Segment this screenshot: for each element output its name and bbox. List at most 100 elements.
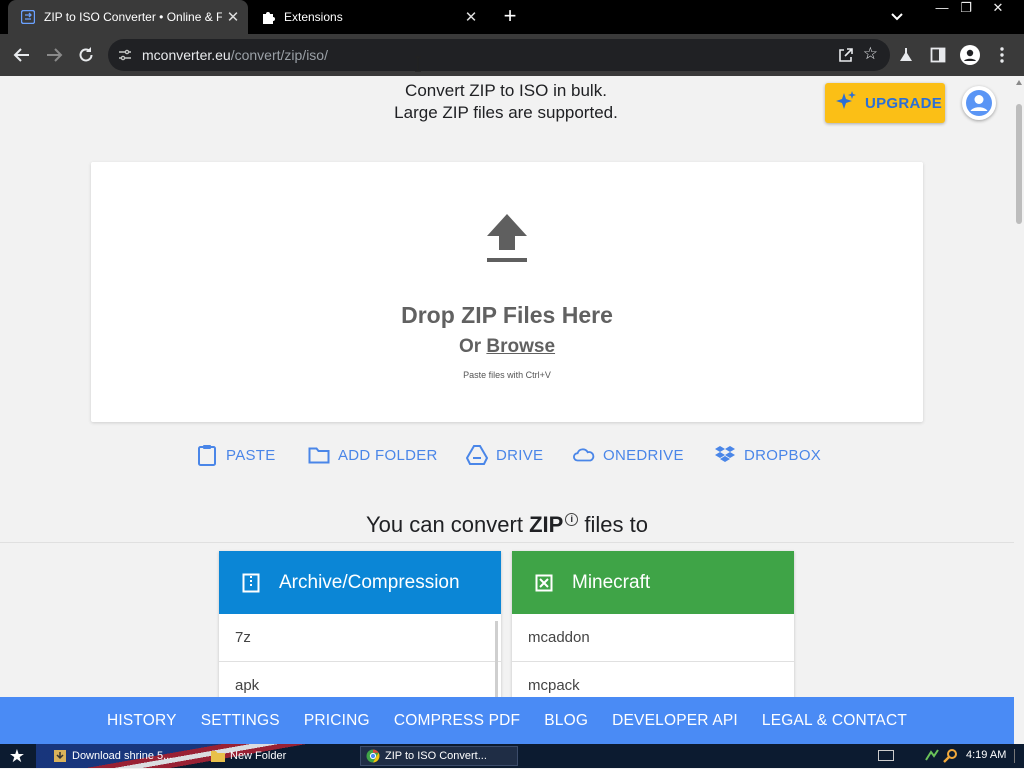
category-title: Minecraft (572, 571, 651, 593)
forward-arrow-icon[interactable] (42, 43, 66, 67)
window-maximize-button[interactable]: ❐ (954, 0, 978, 18)
tab-extensions[interactable]: Extensions ✕ (250, 0, 486, 34)
start-star-icon[interactable]: ★ (6, 746, 28, 766)
window-minimize-button[interactable]: — (930, 0, 954, 18)
add-folder-button[interactable]: ADD FOLDER (308, 442, 438, 468)
taskbar-task-new-folder[interactable]: New Folder (206, 746, 346, 766)
scrollbar-thumb[interactable] (1016, 104, 1022, 224)
paste-hint: Paste files with Ctrl+V (463, 370, 551, 380)
network-tray-icon[interactable] (924, 748, 940, 764)
bookmark-star-icon[interactable]: ☆ (863, 45, 878, 63)
search-tray-icon[interactable] (942, 748, 958, 764)
taskbar-task-chrome[interactable]: ZIP to ISO Convert... (360, 746, 518, 766)
task-label: Download shrine 5... (72, 750, 173, 762)
scroll-up-arrow-icon[interactable] (1016, 80, 1022, 85)
profile-avatar-icon[interactable] (960, 45, 980, 65)
download-app-icon (52, 748, 68, 764)
onedrive-button[interactable]: ONEDRIVE (573, 442, 684, 468)
category-header[interactable]: Archive/Compression (219, 551, 501, 614)
footer-link-legal-contact[interactable]: LEGAL & CONTACT (762, 712, 907, 730)
drop-or-line: Or Browse (91, 336, 923, 358)
sparkle-icon (835, 90, 857, 117)
task-label: ZIP to ISO Convert... (385, 750, 487, 762)
footer-nav: HISTORY SETTINGS PRICING COMPRESS PDF BL… (0, 697, 1014, 744)
dropbox-label: DROPBOX (744, 446, 822, 464)
chrome-icon (365, 748, 381, 764)
browser-tab-strip: ZIP to ISO Converter • Online & Fr ✕ Ext… (0, 0, 1024, 34)
format-option[interactable]: 7z (219, 614, 501, 662)
browser-menu-icon[interactable] (992, 45, 1012, 65)
footer-link-settings[interactable]: SETTINGS (201, 712, 280, 730)
os-taskbar: ★ Download shrine 5... New Folder ZIP to… (0, 744, 1024, 768)
tab-close-icon[interactable]: ✕ (460, 8, 482, 26)
paste-label: PASTE (226, 446, 276, 464)
tagline-line-2: Large ZIP files are supported. (394, 103, 618, 122)
footer-link-blog[interactable]: BLOG (544, 712, 588, 730)
format-option[interactable]: mcpack (512, 662, 794, 697)
format-option[interactable]: mcaddon (512, 614, 794, 662)
browser-toolbar: mconverter.eu/convert/zip/iso/ ☆ (0, 34, 1024, 76)
labs-flask-icon[interactable] (896, 45, 916, 65)
upload-arrow-icon (483, 212, 531, 266)
footer-link-developer-api[interactable]: DEVELOPER API (612, 712, 738, 730)
card-scrollbar[interactable] (495, 621, 498, 697)
folder-icon (210, 748, 226, 764)
site-info-icon[interactable] (118, 48, 132, 62)
dropbox-icon (714, 444, 736, 466)
drop-heading: Drop ZIP Files Here (401, 302, 613, 328)
section-divider (0, 542, 1014, 543)
onedrive-icon (573, 444, 595, 466)
url-text: mconverter.eu/convert/zip/iso/ (142, 47, 328, 63)
keyboard-icon[interactable] (878, 750, 894, 761)
drive-button[interactable]: DRIVE (466, 442, 543, 468)
add-folder-label: ADD FOLDER (338, 446, 438, 464)
source-buttons: PASTE ADD FOLDER DRIVE ONEDRIVE DROPBOX (0, 442, 1014, 468)
url-path: /convert/zip/iso/ (230, 47, 328, 63)
address-bar[interactable]: mconverter.eu/convert/zip/iso/ ☆ (108, 39, 890, 71)
google-drive-icon (466, 444, 488, 466)
source-format: ZIP (529, 512, 564, 537)
footer-link-pricing[interactable]: PRICING (304, 712, 370, 730)
footer-scroll-gutter (1014, 697, 1024, 744)
task-label: New Folder (230, 750, 287, 762)
share-icon[interactable] (838, 47, 854, 63)
info-icon[interactable]: i (565, 513, 579, 526)
reload-icon[interactable] (74, 43, 98, 67)
side-panel-icon[interactable] (928, 45, 948, 65)
show-desktop-divider[interactable] (1014, 749, 1015, 763)
taskbar-task-download[interactable]: Download shrine 5... (48, 746, 198, 766)
upgrade-button[interactable]: UPGRADE (825, 83, 945, 123)
paste-button[interactable]: PASTE (196, 442, 276, 468)
page-content: Convert ZIP to ISO in bulk. Large ZIP fi… (0, 76, 1014, 697)
page-tagline: Convert ZIP to ISO in bulk. Large ZIP fi… (300, 80, 712, 124)
drive-label: DRIVE (496, 446, 544, 464)
puzzle-icon (260, 9, 276, 25)
convert-targets-heading: You can convert ZIP i files to (0, 512, 1014, 538)
window-close-button[interactable]: ✕ (986, 0, 1010, 18)
convert-prefix: You can convert (365, 512, 523, 537)
tab-mconverter[interactable]: ZIP to ISO Converter • Online & Fr ✕ (8, 0, 248, 34)
category-card-archive: Archive/Compression 7z apk (219, 551, 501, 697)
tagline-line-1: Convert ZIP to ISO in bulk. (405, 81, 607, 100)
folder-icon (308, 444, 330, 466)
file-drop-zone[interactable]: Drop ZIP Files Here Or Browse Paste file… (91, 162, 923, 422)
onedrive-label: ONEDRIVE (603, 446, 684, 464)
category-title: Archive/Compression (279, 571, 460, 593)
zip-file-icon (239, 571, 263, 595)
back-arrow-icon[interactable] (10, 43, 34, 67)
category-header[interactable]: Minecraft (512, 551, 794, 614)
page-scrollbar[interactable] (1014, 76, 1024, 697)
browse-link[interactable]: Browse (486, 336, 555, 357)
new-tab-button[interactable]: + (498, 4, 522, 28)
footer-link-compress-pdf[interactable]: COMPRESS PDF (394, 712, 520, 730)
account-avatar[interactable] (962, 86, 996, 120)
footer-link-history[interactable]: HISTORY (107, 712, 177, 730)
taskbar-clock[interactable]: 4:19 AM (966, 749, 1006, 761)
mconverter-favicon-icon (20, 9, 36, 25)
tab-close-icon[interactable]: ✕ (222, 8, 244, 26)
format-option[interactable]: apk (219, 662, 501, 697)
tab-search-chevron-icon[interactable] (888, 9, 906, 25)
dropbox-button[interactable]: DROPBOX (714, 442, 821, 468)
tab-title: Extensions (284, 10, 343, 24)
tab-title: ZIP to ISO Converter • Online & Fr (44, 10, 222, 24)
